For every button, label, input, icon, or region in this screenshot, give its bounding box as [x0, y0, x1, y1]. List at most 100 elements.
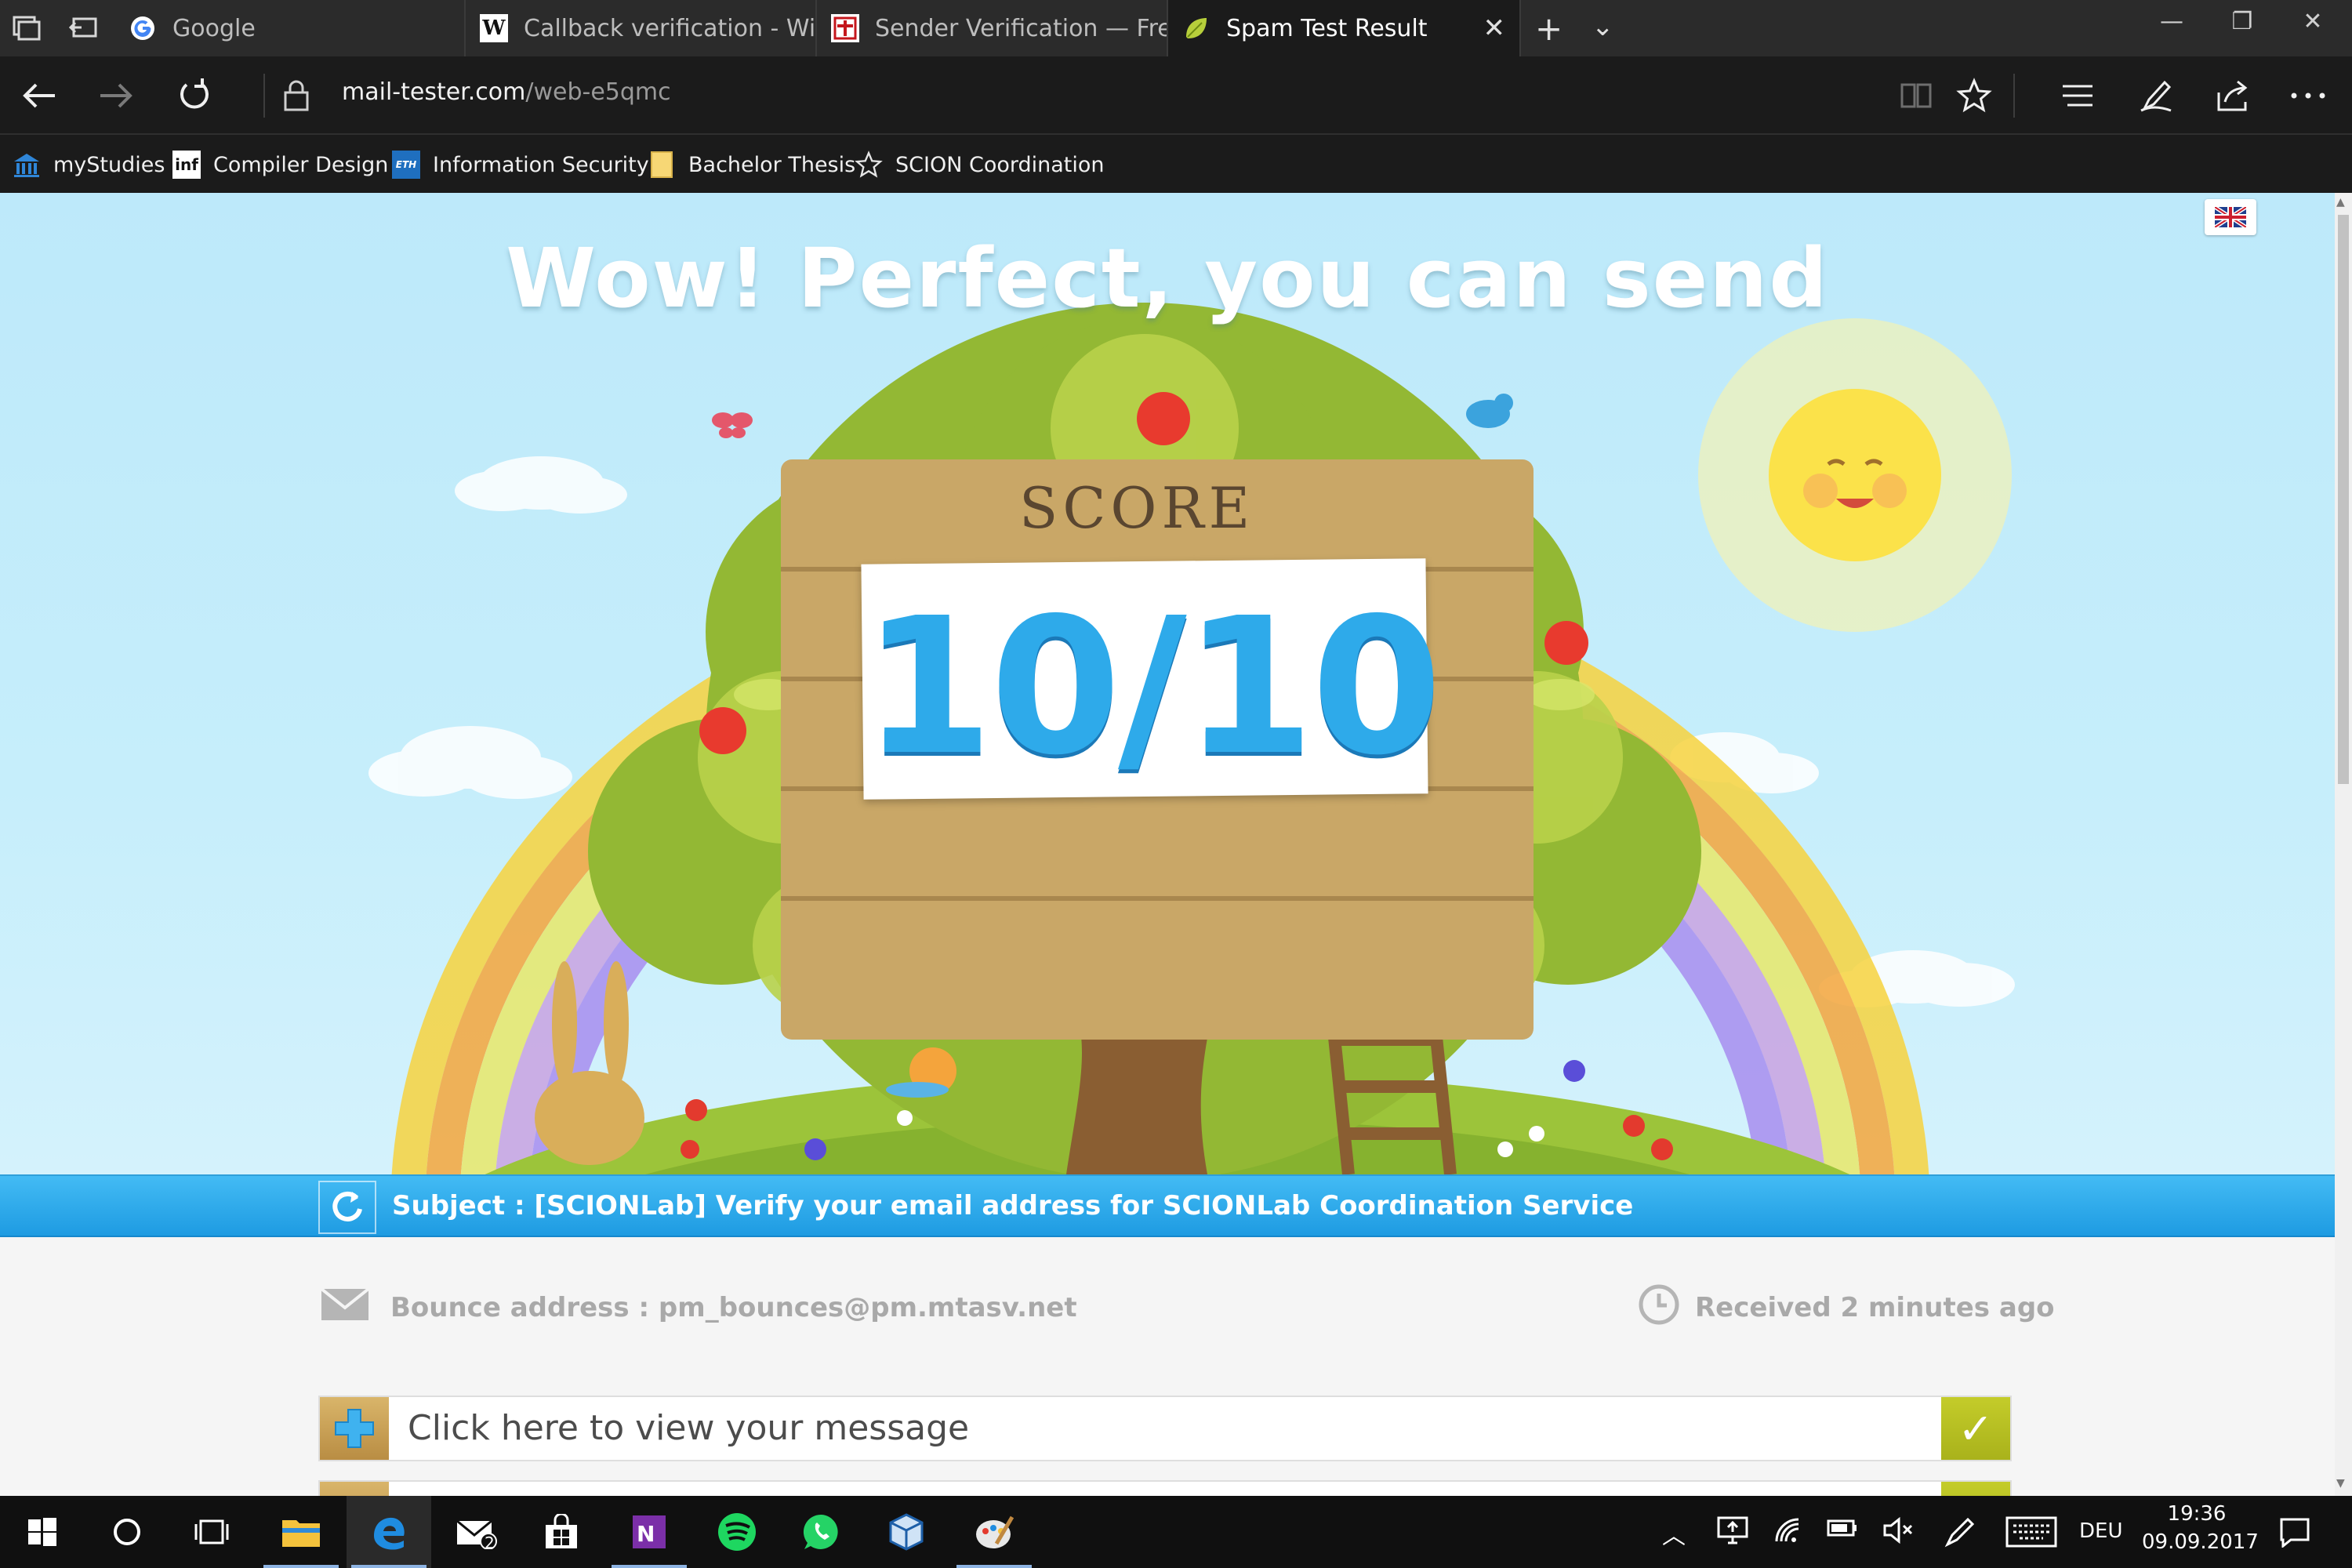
favorite-label: SCION Coordination — [895, 152, 1105, 177]
email-subject: Subject : [SCIONLab] Verify your email a… — [392, 1190, 1634, 1221]
mail-badge: 2 — [485, 1534, 495, 1552]
lock-icon[interactable] — [273, 72, 320, 119]
paint-icon[interactable] — [952, 1496, 1036, 1568]
running-indicator — [263, 1565, 339, 1568]
view-message-label: Click here to view your message — [408, 1408, 970, 1448]
favorite-scion-coordination[interactable]: SCION Coordination — [855, 149, 1105, 180]
scroll-down-arrow-icon[interactable]: ▼ — [2336, 1477, 2345, 1490]
bounce-address: Bounce address : pm_bounces@pm.mtasv.net — [320, 1284, 1077, 1331]
tab-list-chevron-icon[interactable]: ⌄ — [1592, 11, 1614, 42]
received-time: Received 2 minutes ago — [1639, 1284, 2055, 1331]
scrollbar-thumb[interactable] — [2338, 215, 2349, 784]
leaf-favicon — [1182, 14, 1210, 42]
uk-flag-icon[interactable] — [2205, 199, 2256, 235]
cortana-icon[interactable] — [85, 1496, 169, 1568]
input-language[interactable]: DEU — [2079, 1519, 2122, 1543]
web-note-icon[interactable] — [2132, 72, 2180, 119]
battery-icon[interactable] — [1827, 1516, 1858, 1546]
favorite-bachelor-thesis[interactable]: Bachelor Thesis — [648, 149, 855, 180]
url-host: mail-tester.com — [342, 78, 526, 106]
refresh-icon[interactable] — [171, 72, 218, 119]
tab-title: Spam Test Result — [1226, 14, 1428, 42]
expand-plus-icon[interactable] — [320, 1482, 389, 1496]
eth-icon: ETH — [392, 151, 420, 179]
show-hidden-icons-chevron[interactable]: ︿ — [1662, 1516, 1686, 1551]
favorite-label: Compiler Design — [213, 152, 389, 177]
tab-preview-icon[interactable] — [11, 14, 42, 42]
tab-title: Google — [172, 14, 256, 42]
tab-title: Callback verification - Wikip — [524, 14, 816, 42]
minimize-icon[interactable]: — — [2148, 8, 2195, 35]
star-icon — [855, 151, 883, 179]
tab-google[interactable]: Google — [114, 0, 466, 56]
favorite-information-security[interactable]: ETH Information Security — [392, 149, 649, 180]
onenote-icon[interactable]: N — [607, 1496, 691, 1568]
scroll-up-arrow-icon[interactable]: ▲ — [2336, 196, 2345, 209]
clock-date: 09.09.2017 — [2142, 1530, 2259, 1554]
favorite-star-icon[interactable] — [1951, 72, 1998, 119]
favorite-label: myStudies — [53, 152, 165, 177]
system-clock[interactable]: 19:36 09.09.2017 — [2142, 1502, 2259, 1554]
favorite-compiler-design[interactable]: inf Compiler Design — [172, 149, 388, 180]
running-indicator — [351, 1565, 426, 1568]
mail-icon[interactable]: 2 — [434, 1496, 519, 1568]
url-path: /web-e5qmc — [525, 78, 671, 106]
edge-browser-icon[interactable] — [347, 1496, 431, 1568]
new-tab-icon[interactable]: + — [1535, 9, 1563, 48]
share-icon[interactable] — [2209, 72, 2256, 119]
address-input[interactable]: mail-tester.com/web-e5qmc — [342, 78, 671, 106]
favorite-mystudies[interactable]: myStudies — [13, 149, 165, 180]
page-content: Wow! Perfect, you can send SCORE : 10/10… — [0, 193, 2335, 1496]
google-icon — [129, 14, 157, 42]
tab-sender-verification[interactable]: Sender Verification — Free ! — [817, 0, 1168, 56]
forward-icon[interactable] — [93, 72, 140, 119]
expand-plus-icon[interactable] — [320, 1397, 389, 1460]
subject-bar: Subject : [SCIONLab] Verify your email a… — [0, 1174, 2335, 1237]
start-windows-icon[interactable] — [0, 1496, 85, 1568]
tab-callback-verification[interactable]: W Callback verification - Wikip — [466, 0, 817, 56]
tab-title: Sender Verification — Free ! — [875, 14, 1167, 42]
wifi-icon[interactable] — [1773, 1516, 1805, 1551]
touch-keyboard-icon[interactable] — [2005, 1516, 2057, 1554]
envelope-icon — [320, 1287, 370, 1329]
score-value: 10/10 — [862, 577, 1443, 797]
tab-spam-test-result[interactable]: Spam Test Result ✕ — [1168, 0, 1521, 56]
check-icon: ✓ — [1941, 1397, 2010, 1460]
virtualbox-icon[interactable] — [864, 1496, 949, 1568]
wikipedia-icon: W — [480, 14, 508, 42]
spotify-icon[interactable] — [695, 1496, 779, 1568]
windows-taskbar: 2 N ︿ DEU 19:36 09.09.2017 — [0, 1496, 2352, 1568]
reading-view-icon[interactable] — [1893, 72, 1940, 119]
view-message-row[interactable]: Click here to view your message ✓ — [318, 1396, 2012, 1461]
back-icon[interactable] — [16, 72, 63, 119]
clock-time: 19:36 — [2167, 1502, 2227, 1526]
next-result-row[interactable] — [318, 1480, 2012, 1496]
inf-icon: inf — [172, 151, 201, 179]
toolbar-divider — [2013, 74, 2015, 118]
tab-bar: Google W Callback verification - Wikip S… — [0, 0, 2352, 56]
more-options-icon[interactable] — [2285, 72, 2332, 119]
store-icon[interactable] — [519, 1496, 604, 1568]
task-view-icon[interactable] — [169, 1496, 254, 1568]
hub-icon[interactable] — [2054, 72, 2101, 119]
whatsapp-icon[interactable] — [779, 1496, 864, 1568]
display-icon[interactable] — [1717, 1516, 1748, 1551]
file-explorer-icon[interactable] — [259, 1496, 343, 1568]
favorite-label: Information Security — [433, 152, 649, 177]
bounce-address-text: Bounce address : pm_bounces@pm.mtasv.net — [390, 1292, 1077, 1323]
refresh-icon[interactable] — [318, 1181, 376, 1234]
folder-icon — [648, 151, 676, 179]
restore-icon[interactable]: ❐ — [2219, 8, 2266, 35]
close-window-icon[interactable]: ✕ — [2289, 8, 2336, 35]
svg-text:N: N — [637, 1521, 655, 1547]
favorite-label: Bachelor Thesis — [688, 152, 856, 177]
hero-illustration: Wow! Perfect, you can send SCORE : 10/10 — [0, 193, 2335, 1174]
action-center-icon[interactable] — [2278, 1516, 2311, 1554]
sender-favicon — [831, 14, 859, 42]
set-tabs-aside-icon[interactable] — [67, 14, 99, 42]
volume-muted-icon[interactable] — [1882, 1516, 1913, 1551]
windows-ink-icon[interactable] — [1943, 1516, 1977, 1554]
close-tab-icon[interactable]: ✕ — [1483, 13, 1506, 44]
check-icon — [1941, 1482, 2010, 1496]
address-divider — [263, 74, 265, 118]
